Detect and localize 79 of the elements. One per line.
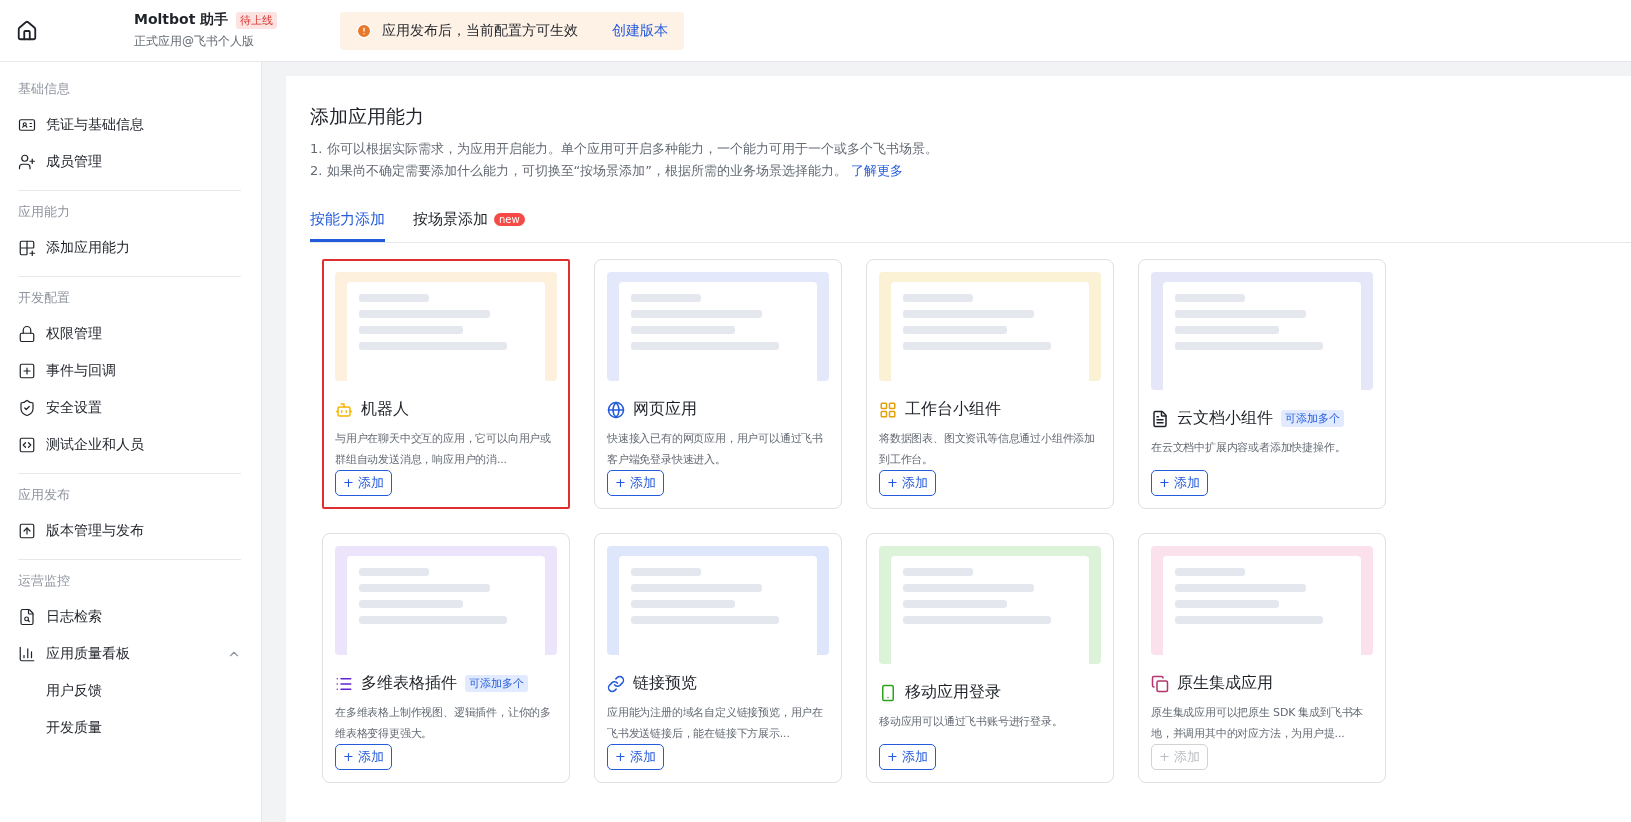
code-icon — [18, 435, 36, 454]
card-title: 云文档小组件 — [1177, 408, 1273, 429]
multi-add-badge: 可添加多个 — [1281, 410, 1344, 427]
capability-card[interactable]: 工作台小组件 将数据图表、图文资讯等信息通过小组件添加到工作台。 + 添加 — [866, 259, 1114, 509]
add-button[interactable]: + 添加 — [1151, 470, 1209, 496]
section-title: 开发配置 — [18, 289, 71, 307]
sidebar-item[interactable]: 版本管理与发布 — [18, 512, 241, 549]
add-button[interactable]: + 添加 — [335, 744, 393, 770]
grid-plus-icon — [18, 238, 36, 257]
capability-card[interactable]: 网页应用 快速接入已有的网页应用，用户可以通过飞书客户端免登录快速进入。 + 添加 — [594, 259, 842, 509]
card-description: 在云文档中扩展内容或者添加快捷操作。 — [1151, 440, 1347, 456]
app-subtitle: 正式应用@飞书个人版 — [134, 33, 255, 50]
learn-more-link[interactable]: 了解更多 — [851, 163, 903, 178]
document-icon — [1151, 409, 1169, 428]
card-description: 快速接入已有的网页应用，用户可以通过飞书客户端免登录快速进入。 — [607, 431, 824, 468]
add-button[interactable]: + 添加 — [607, 744, 665, 770]
section-title: 基础信息 — [18, 80, 71, 98]
sidebar-item[interactable]: 权限管理 — [18, 315, 241, 352]
shield-check-icon — [18, 398, 36, 417]
note-text: 1. 你可以根据实际需求，为应用开启能力。单个应用可开启多种能力，一个能力可用于一个或多个飞书场景。 — [310, 140, 939, 158]
link-icon — [607, 674, 625, 693]
home-icon[interactable] — [16, 19, 38, 42]
globe-icon — [607, 400, 625, 419]
alert-icon — [356, 22, 372, 39]
sidebar-item[interactable]: 事件与回调 — [18, 352, 241, 389]
capability-card[interactable]: 机器人 与用户在聊天中交互的应用，它可以向用户或群组自动发送消息，响应用户的消... + 添加 — [322, 259, 570, 509]
capability-card[interactable]: 多维表格插件 可添加多个 在多维表格上制作视图、逻辑插件，让你的多维表格变得更强大。 + 添加 — [322, 533, 570, 783]
section-title: 应用发布 — [18, 486, 71, 504]
sidebar-item[interactable]: 测试企业和人员 — [18, 426, 241, 463]
tab[interactable]: 按能力添加 — [310, 202, 385, 242]
card-description: 移动应用可以通过飞书账号进行登录。 — [879, 714, 1064, 730]
card-title: 移动应用登录 — [905, 682, 1001, 703]
card-title: 网页应用 — [633, 399, 697, 420]
multi-add-badge: 可添加多个 — [465, 675, 528, 692]
app-name: Moltbot 助手 — [134, 11, 229, 29]
sidebar-item[interactable]: 添加应用能力 — [18, 229, 241, 266]
card-title: 多维表格插件 — [361, 673, 457, 694]
section-title: 应用能力 — [18, 203, 71, 221]
bar-chart-icon — [18, 644, 36, 663]
sidebar-subitem[interactable]: 开发质量 — [18, 709, 241, 746]
card-description: 与用户在聊天中交互的应用，它可以向用户或群组自动发送消息，响应用户的消... — [335, 431, 552, 468]
page-title: 添加应用能力 — [310, 104, 425, 129]
add-button[interactable]: + 添加 — [879, 744, 937, 770]
file-search-icon — [18, 607, 36, 626]
sidebar-item[interactable]: 安全设置 — [18, 389, 241, 426]
tab[interactable]: 按场景添加 new — [413, 202, 525, 242]
sidebar-item[interactable]: 应用质量看板 — [18, 635, 241, 672]
section-title: 运营监控 — [18, 572, 71, 590]
upload-icon — [18, 521, 36, 540]
card-description: 在多维表格上制作视图、逻辑插件，让你的多维表格变得更强大。 — [335, 705, 552, 742]
square-plus-icon — [18, 361, 36, 380]
add-button[interactable]: + 添加 — [335, 470, 393, 496]
add-button[interactable]: + 添加 — [879, 470, 937, 496]
sidebar-subitem[interactable]: 用户反馈 — [18, 672, 241, 709]
add-button[interactable]: + 添加 — [607, 470, 665, 496]
note-text: 2. 如果尚不确定需要添加什么能力，可切换至“按场景添加”，根据所需的业务场景选择能力。 了解更多 — [310, 162, 904, 180]
user-plus-icon — [18, 152, 36, 171]
status-badge: 待上线 — [236, 11, 278, 29]
notice-text: 应用发布后，当前配置方可生效 — [382, 21, 578, 40]
copy-icon — [1151, 674, 1169, 693]
capability-card[interactable]: 云文档小组件 可添加多个 在云文档中扩展内容或者添加快捷操作。 + 添加 — [1138, 259, 1386, 509]
card-description: 应用能为注册的域名自定义链接预览，用户在飞书发送链接后，能在链接下方展示... — [607, 705, 824, 742]
card-description: 将数据图表、图文资讯等信息通过小组件添加到工作台。 — [879, 431, 1096, 468]
card-title: 原生集成应用 — [1177, 673, 1273, 694]
card-title: 工作台小组件 — [905, 399, 1001, 420]
card-title: 链接预览 — [633, 673, 697, 694]
lock-icon — [18, 324, 36, 343]
card-title: 机器人 — [361, 399, 409, 420]
create-version-link[interactable]: 创建版本 — [612, 21, 668, 40]
grid-icon — [879, 400, 897, 419]
phone-icon — [879, 683, 897, 702]
capability-card[interactable]: 移动应用登录 移动应用可以通过飞书账号进行登录。 + 添加 — [866, 533, 1114, 783]
sidebar-item[interactable]: 日志检索 — [18, 598, 241, 635]
sidebar-item[interactable]: 成员管理 — [18, 143, 241, 180]
sidebar-item[interactable]: 凭证与基础信息 — [18, 106, 241, 143]
robot-icon — [335, 400, 353, 419]
capability-card[interactable]: 链接预览 应用能为注册的域名自定义链接预览，用户在飞书发送链接后，能在链接下方展示... + 添加 — [594, 533, 842, 783]
card-description: 原生集成应用可以把原生 SDK 集成到飞书本地，并调用其中的对应方法，为用户提... — [1151, 705, 1365, 742]
new-badge: new — [494, 213, 525, 226]
